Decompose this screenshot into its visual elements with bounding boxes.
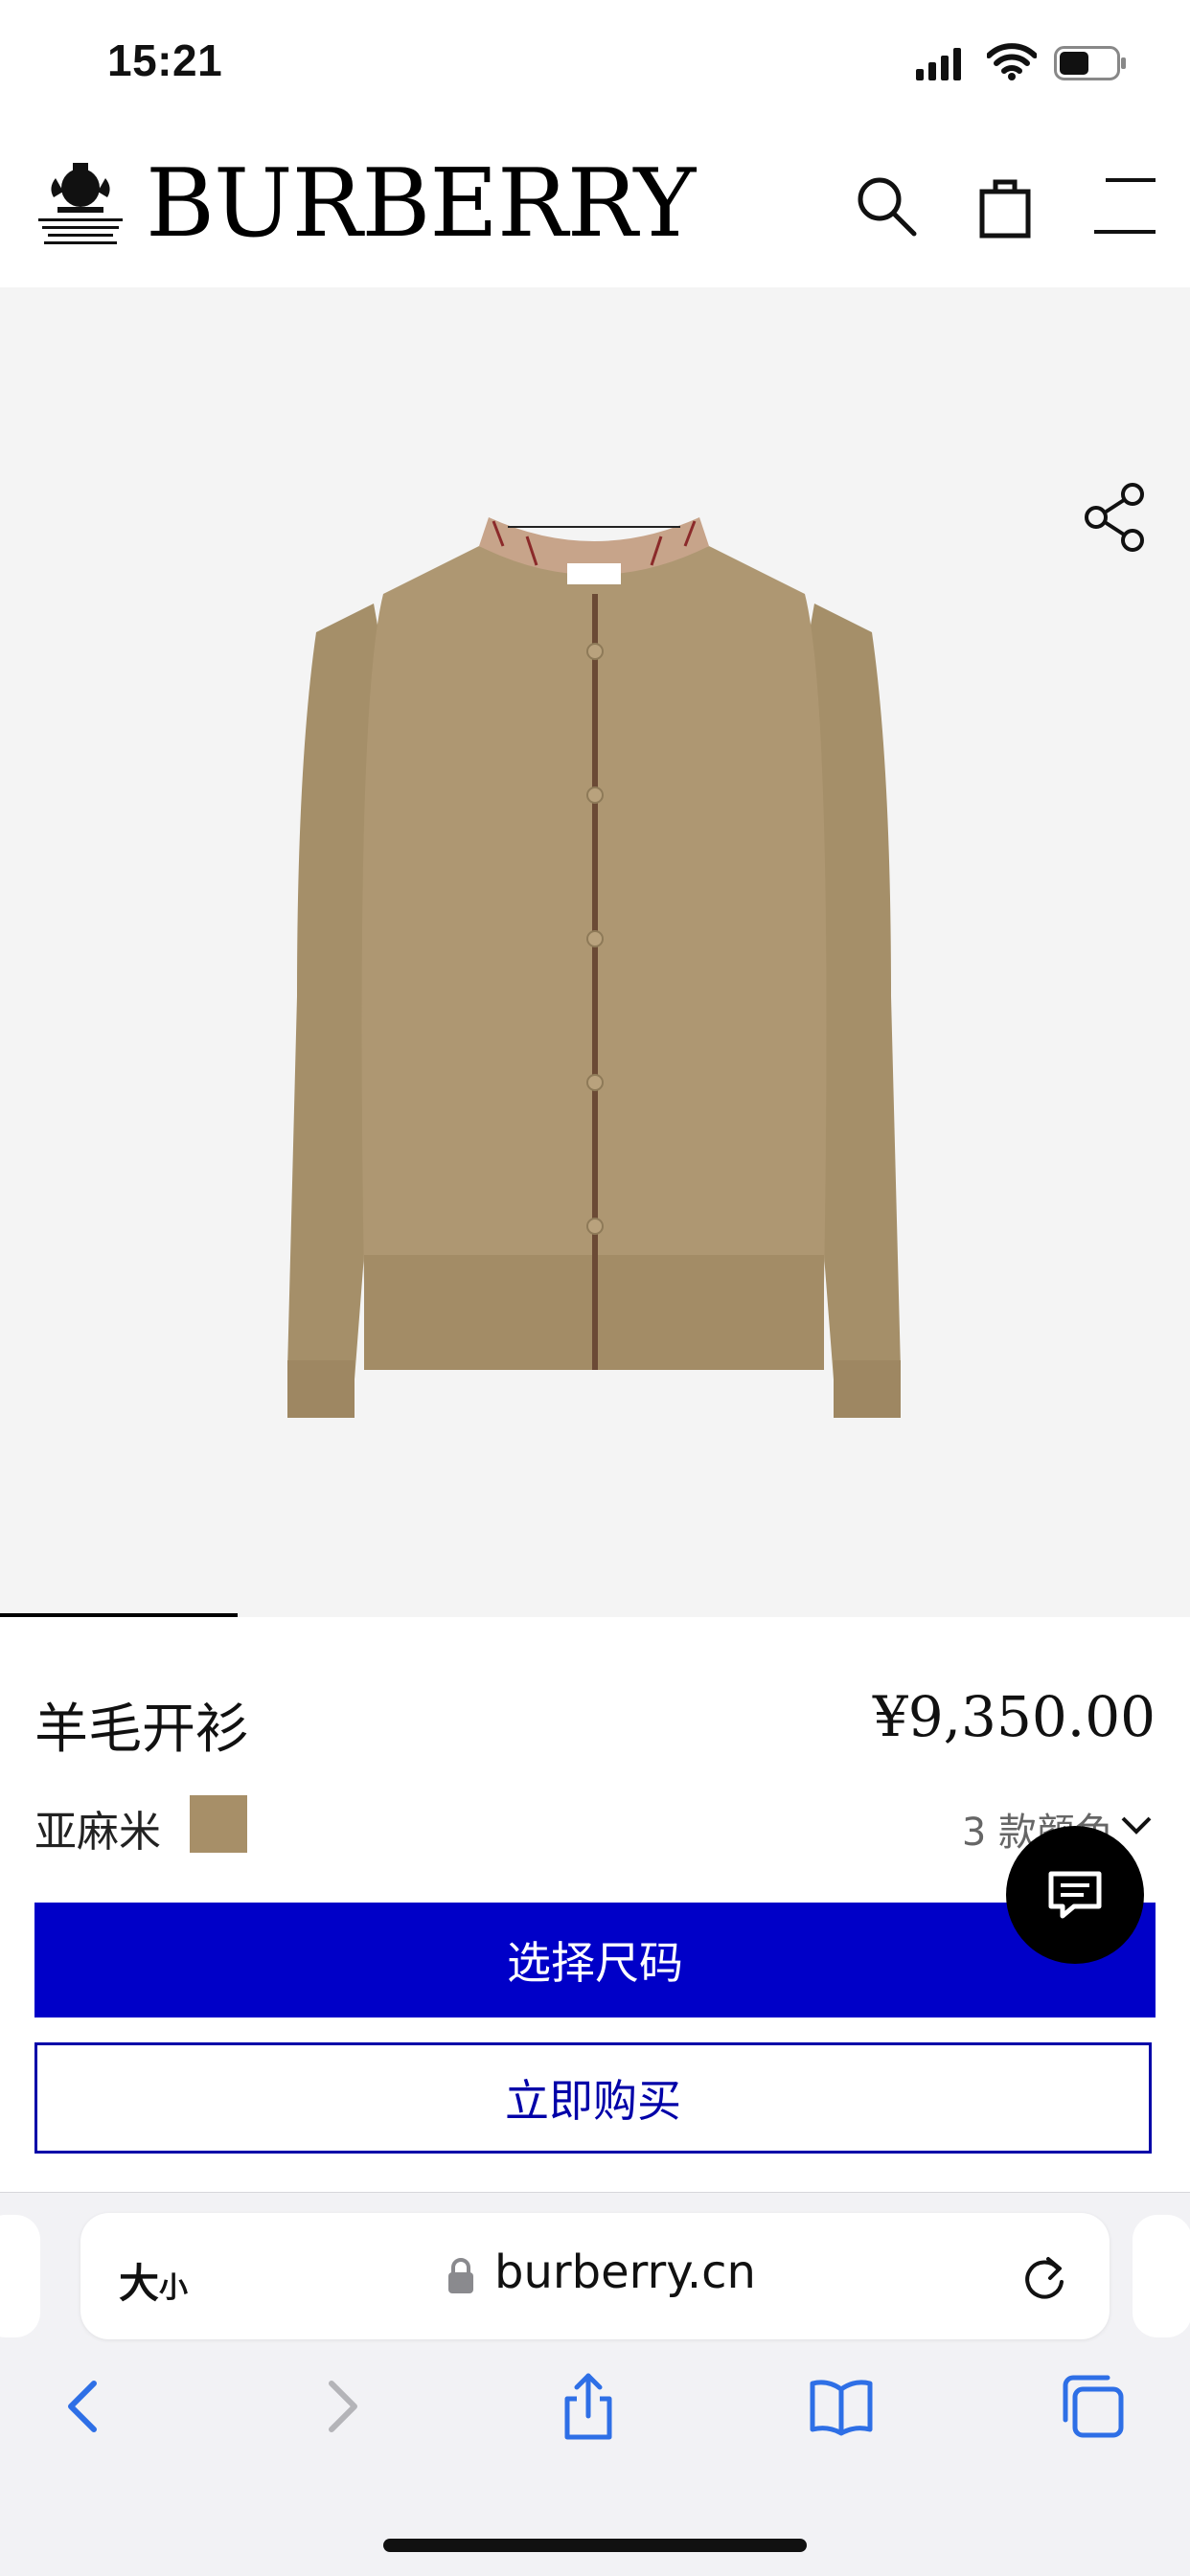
battery-icon — [1054, 46, 1126, 80]
cellular-signal-icon — [916, 48, 961, 80]
next-tab-preview[interactable] — [1133, 2215, 1190, 2337]
status-time: 15:21 — [107, 35, 223, 85]
select-size-button[interactable]: 选择尺码 — [34, 1903, 1156, 2017]
lock-icon — [448, 2258, 473, 2293]
buy-now-button[interactable]: 立即购买 — [34, 2042, 1152, 2154]
product-title: 羊毛开衫 — [34, 1698, 249, 1761]
brand-logo[interactable]: BURBERRY — [146, 151, 696, 257]
text-size-button[interactable]: 大小 — [119, 2251, 188, 2310]
product-image-cardigan[interactable] — [259, 517, 929, 1475]
royal-warrant-crest-icon — [38, 163, 123, 244]
chat-button[interactable] — [1006, 1826, 1144, 1964]
search-icon[interactable] — [853, 172, 920, 239]
color-name: 亚麻米 — [34, 1808, 161, 1857]
text-size-large: 大 — [119, 2260, 160, 2307]
home-indicator — [383, 2539, 807, 2552]
url-text[interactable]: burberry.cn — [494, 2245, 756, 2299]
gallery-progress-indicator — [0, 1613, 239, 1617]
chevron-down-icon[interactable] — [1117, 1809, 1156, 1841]
previous-tab-preview[interactable] — [0, 2215, 40, 2337]
wifi-icon — [987, 43, 1037, 80]
share-sheet-icon[interactable] — [554, 2372, 623, 2441]
reload-icon[interactable] — [1019, 2253, 1069, 2303]
product-price: ¥9,350.00 — [872, 1684, 1156, 1749]
text-size-small: 小 — [159, 2271, 189, 2305]
tabs-icon[interactable] — [1058, 2372, 1127, 2441]
forward-icon[interactable] — [305, 2372, 374, 2441]
menu-icon[interactable] — [1094, 172, 1156, 239]
shopping-bag-icon[interactable] — [973, 172, 1040, 239]
bookmarks-icon[interactable] — [807, 2372, 876, 2441]
back-icon[interactable] — [52, 2372, 121, 2441]
chat-icon — [1048, 1871, 1102, 1919]
color-swatch[interactable] — [190, 1795, 247, 1853]
share-icon[interactable] — [1079, 481, 1152, 554]
